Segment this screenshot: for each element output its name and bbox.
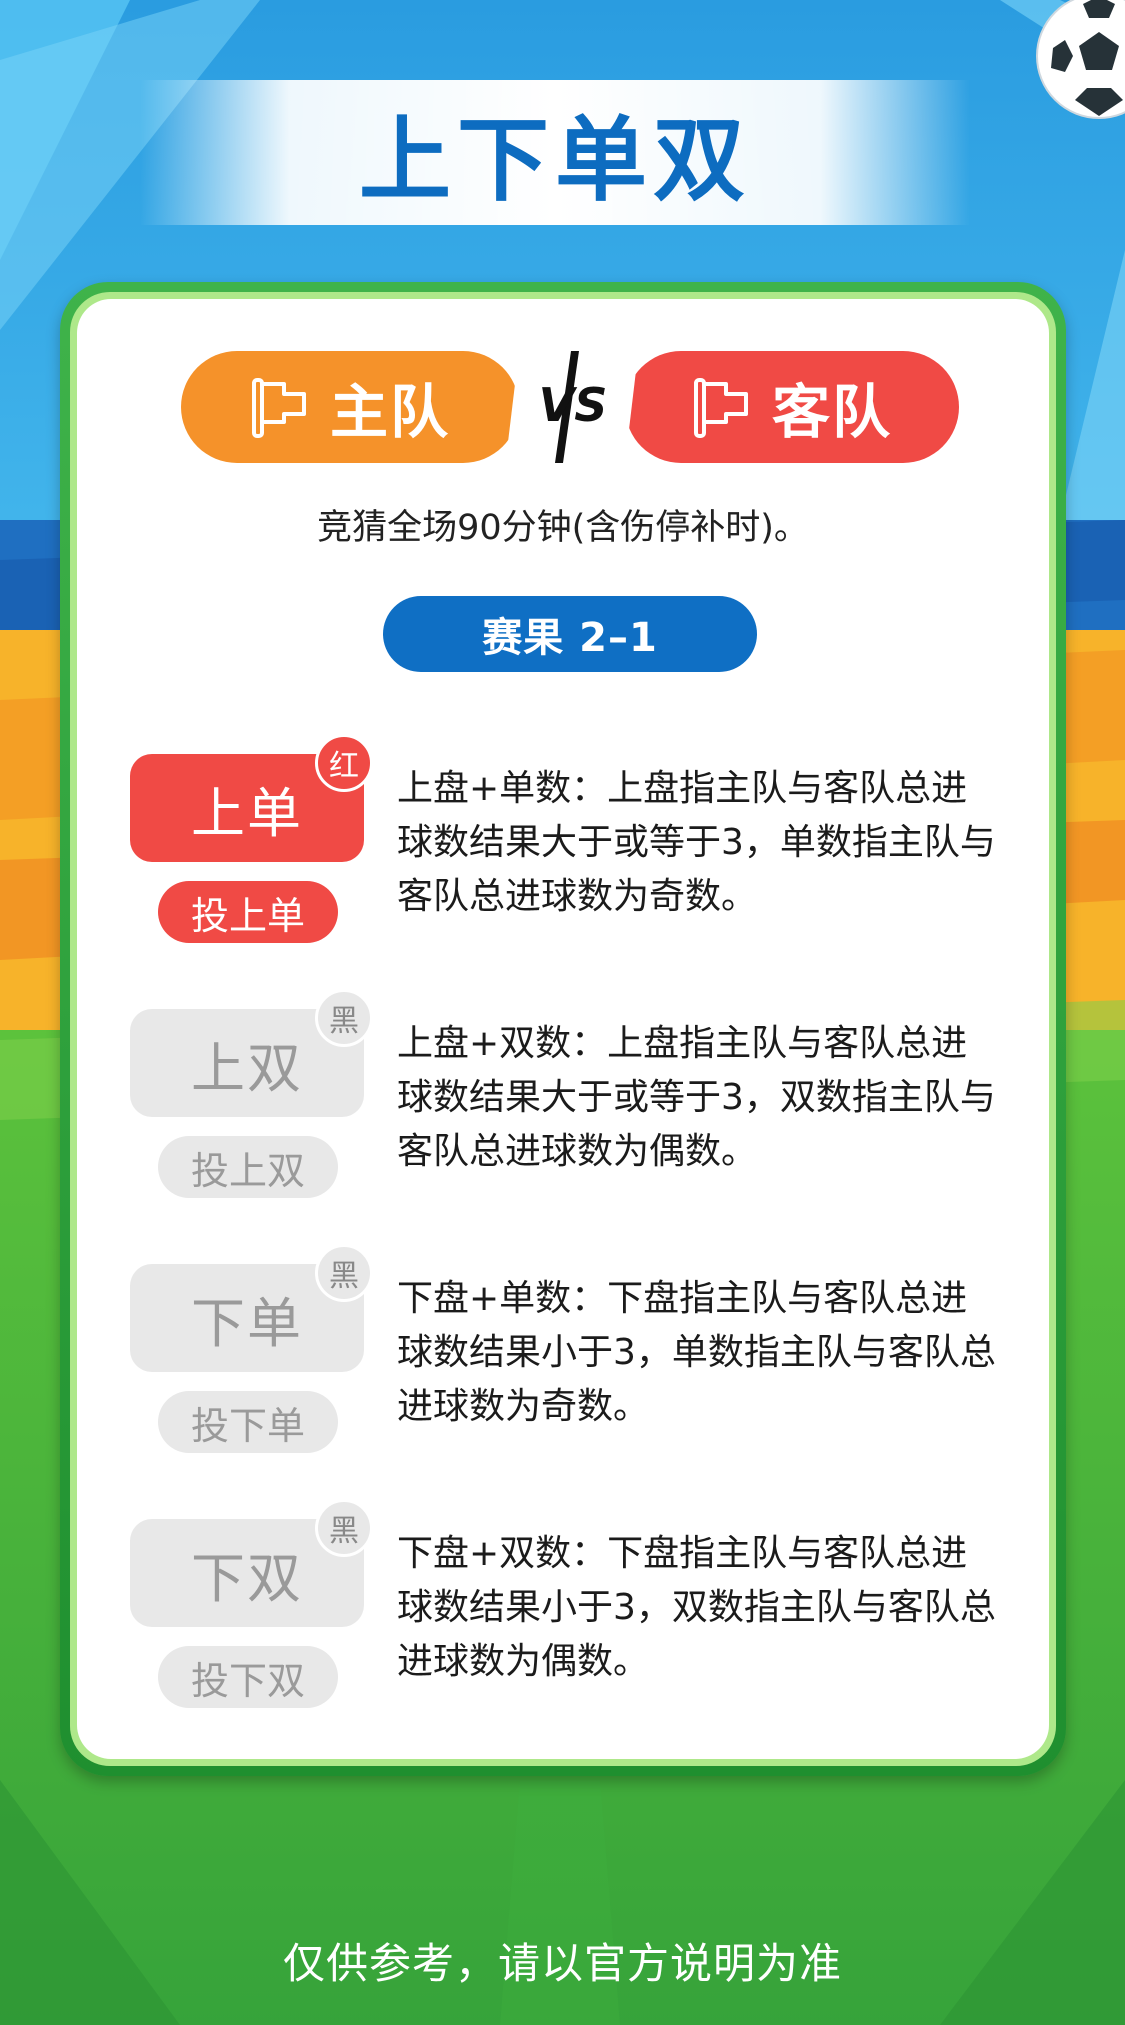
result-badge: 赛果 2–1 <box>383 596 757 672</box>
page-title: 上下单双 <box>358 107 751 214</box>
away-team-label: 客队 <box>771 378 892 446</box>
option-row: 下单 黑 投下单 下盘+单数：下盘指主队与客队总进球数结果小于3，单数指主队与客… <box>77 1244 1049 1464</box>
result-badge-black: 黑 <box>315 989 373 1047</box>
option-row: 上单 红 投上单 上盘+单数：上盘指主队与客队总进球数结果大于或等于3，单数指主… <box>77 734 1049 954</box>
rules-card: 主队 VS 客队 竞猜全场90分钟(含伤停补时)。 赛果 2–1 上单 红 投上… <box>70 292 1056 1766</box>
rule-text: 竞猜全场90分钟(含伤停补时)。 <box>317 508 809 548</box>
option-description: 上盘+双数：上盘指主队与客队总进球数结果大于或等于3，双数指主队与客队总进球数为… <box>397 1023 996 1172</box>
bet-button[interactable]: 投下双 <box>158 1646 338 1708</box>
home-team-button: 主队 <box>181 351 519 463</box>
result-badge-red: 红 <box>315 734 373 792</box>
rules-card-inner: 主队 VS 客队 竞猜全场90分钟(含伤停补时)。 赛果 2–1 上单 红 投上… <box>77 299 1049 1759</box>
vs-icon: VS <box>539 351 608 463</box>
option-row: 下双 黑 投下双 下盘+双数：下盘指主队与客队总进球数结果小于3，双数指主队与客… <box>77 1499 1049 1719</box>
home-team-label: 主队 <box>329 378 450 446</box>
option-description: 下盘+双数：下盘指主队与客队总进球数结果小于3，双数指主队与客队总进球数为偶数。 <box>397 1533 996 1682</box>
option-description: 下盘+单数：下盘指主队与客队总进球数结果小于3，单数指主队与客队总进球数为奇数。 <box>397 1278 996 1427</box>
svg-text:VS: VS <box>539 378 608 432</box>
soccer-ball-icon <box>1036 0 1125 119</box>
option-row: 上双 黑 投上双 上盘+双数：上盘指主队与客队总进球数结果大于或等于3，双数指主… <box>77 989 1049 1209</box>
flag-icon <box>251 378 306 438</box>
result-badge-black: 黑 <box>315 1244 373 1302</box>
bet-button[interactable]: 投下单 <box>158 1391 338 1453</box>
bet-button[interactable]: 投上双 <box>158 1136 338 1198</box>
footer-disclaimer: 仅供参考，请以官方说明为准 <box>282 1939 842 1988</box>
option-description: 上盘+单数：上盘指主队与客队总进球数结果大于或等于3，单数指主队与客队总进球数为… <box>397 768 996 917</box>
title-banner: 上下单双 <box>140 80 970 225</box>
result-badge-black: 黑 <box>315 1499 373 1557</box>
bet-button[interactable]: 投上单 <box>158 881 338 943</box>
away-team-button: 客队 <box>625 351 959 463</box>
flag-icon <box>693 378 748 438</box>
